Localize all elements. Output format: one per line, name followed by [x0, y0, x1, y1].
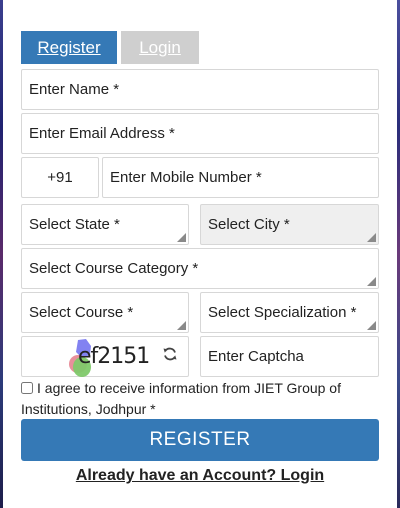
form-tabs: Register Login	[21, 31, 199, 64]
agree-consent: I agree to receive information from JIET…	[21, 378, 381, 420]
state-placeholder: Select State *	[29, 216, 120, 233]
specialization-select[interactable]: Select Specialization *	[200, 292, 379, 333]
course-category-select[interactable]: Select Course Category *	[21, 248, 379, 289]
email-placeholder: Enter Email Address *	[29, 125, 175, 142]
name-field[interactable]: Enter Name *	[21, 69, 379, 110]
name-placeholder: Enter Name *	[29, 81, 120, 98]
course-placeholder: Select Course *	[29, 304, 134, 321]
left-edge-decoration	[0, 0, 3, 508]
refresh-icon[interactable]	[162, 346, 178, 362]
select-arrow-icon	[367, 321, 376, 330]
captcha-box: ef2151	[21, 336, 189, 377]
specialization-placeholder: Select Specialization *	[208, 304, 357, 321]
agree-label: I agree to receive information from JIET…	[21, 380, 341, 417]
city-select[interactable]: Select City *	[200, 204, 379, 245]
select-arrow-icon	[177, 233, 186, 242]
captcha-placeholder: Enter Captcha	[208, 348, 304, 365]
select-arrow-icon	[177, 321, 186, 330]
state-select[interactable]: Select State *	[21, 204, 189, 245]
captcha-text: ef2151	[78, 344, 150, 369]
register-button[interactable]: REGISTER	[21, 419, 379, 461]
mobile-field[interactable]: Enter Mobile Number *	[102, 157, 379, 198]
captcha-input[interactable]: Enter Captcha	[200, 336, 379, 377]
login-link[interactable]: Already have an Account? Login	[0, 467, 400, 485]
country-code-field[interactable]: +91	[21, 157, 99, 198]
email-field[interactable]: Enter Email Address *	[21, 113, 379, 154]
tab-login[interactable]: Login	[121, 31, 199, 64]
agree-checkbox[interactable]	[21, 382, 33, 394]
tab-register[interactable]: Register	[21, 31, 117, 64]
country-code-value: +91	[47, 169, 73, 186]
mobile-placeholder: Enter Mobile Number *	[110, 169, 262, 186]
select-arrow-icon	[367, 233, 376, 242]
select-arrow-icon	[367, 277, 376, 286]
course-category-placeholder: Select Course Category *	[29, 260, 199, 277]
course-select[interactable]: Select Course *	[21, 292, 189, 333]
city-placeholder: Select City *	[208, 216, 290, 233]
